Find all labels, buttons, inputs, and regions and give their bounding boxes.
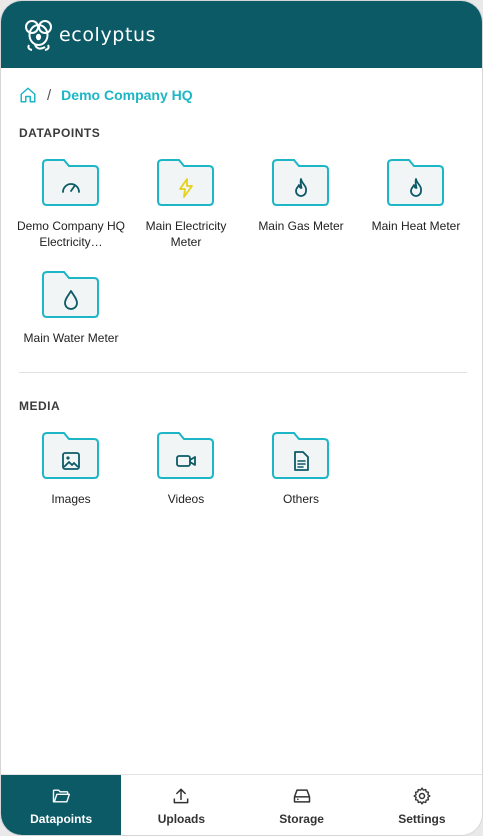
image-icon	[62, 452, 80, 470]
folder-icon	[42, 157, 100, 207]
home-icon[interactable]	[19, 86, 37, 104]
folder-tile-datapoint[interactable]: Main Water Meter	[16, 269, 126, 346]
nav-label: Settings	[398, 812, 446, 826]
document-icon	[294, 451, 309, 471]
folder-label: Videos	[167, 492, 205, 506]
folder-tile-media[interactable]: Images	[16, 430, 126, 507]
nav-item-settings[interactable]: Settings	[362, 775, 482, 835]
folder-icon	[42, 430, 100, 480]
folder-icon	[272, 430, 330, 480]
app-frame: ecolyptus / Demo Company HQ DATAPOINTS D…	[0, 0, 483, 836]
nav-item-storage[interactable]: Storage	[242, 775, 362, 835]
bottom-nav: Datapoints Uploads Storage Settings	[1, 774, 482, 835]
gauge-icon	[62, 183, 80, 193]
folder-tile-datapoint[interactable]: Demo Company HQ Electricity…	[16, 157, 126, 250]
lightning-icon	[179, 178, 193, 198]
nav-label: Datapoints	[30, 812, 93, 826]
folder-tile-media[interactable]: Others	[246, 430, 356, 507]
folder-tile-datapoint[interactable]: Main Electricity Meter	[131, 157, 241, 250]
media-section-title: MEDIA	[19, 399, 61, 413]
folder-tile-media[interactable]: Videos	[131, 430, 241, 507]
breadcrumb-separator: /	[47, 86, 52, 104]
folder-label: Main Heat Meter	[371, 219, 461, 233]
folder-tile-datapoint[interactable]: Main Gas Meter	[246, 157, 356, 234]
folder-label: Others	[282, 492, 319, 506]
folder-icon	[42, 269, 100, 319]
folder-icon	[387, 157, 445, 207]
droplet-icon	[64, 290, 78, 310]
folder-label: Images	[51, 492, 91, 506]
hard-drive-icon	[293, 789, 310, 803]
nav-item-datapoints[interactable]: Datapoints	[1, 775, 122, 835]
breadcrumb-current[interactable]: Demo Company HQ	[61, 87, 192, 103]
nav-label: Uploads	[157, 812, 206, 826]
flame-icon	[295, 178, 308, 197]
flame-icon	[410, 178, 423, 197]
folder-icon	[157, 430, 215, 480]
folder-label: Main Electricity Meter	[145, 219, 227, 249]
folder-label: Main Water Meter	[23, 331, 119, 345]
top-bar: ecolyptus	[1, 1, 482, 68]
breadcrumb: / Demo Company HQ	[19, 85, 193, 105]
folder-label: Main Gas Meter	[258, 219, 344, 233]
folder-label: Demo Company HQ Electricity…	[16, 219, 126, 249]
folder-open-icon	[52, 789, 71, 803]
datapoints-section-title: DATAPOINTS	[19, 126, 101, 140]
nav-item-uploads[interactable]: Uploads	[121, 775, 241, 835]
brand-name: ecolyptus	[59, 23, 157, 46]
upload-icon	[173, 788, 189, 804]
folder-icon	[272, 157, 330, 207]
section-divider	[19, 372, 467, 373]
brand-logo[interactable]: ecolyptus	[23, 18, 156, 52]
folder-icon	[157, 157, 215, 207]
folder-tile-datapoint[interactable]: Main Heat Meter	[361, 157, 471, 234]
koala-logo-icon	[25, 19, 52, 51]
nav-label: Storage	[279, 812, 324, 826]
gear-icon	[413, 787, 431, 805]
video-icon	[176, 455, 196, 467]
